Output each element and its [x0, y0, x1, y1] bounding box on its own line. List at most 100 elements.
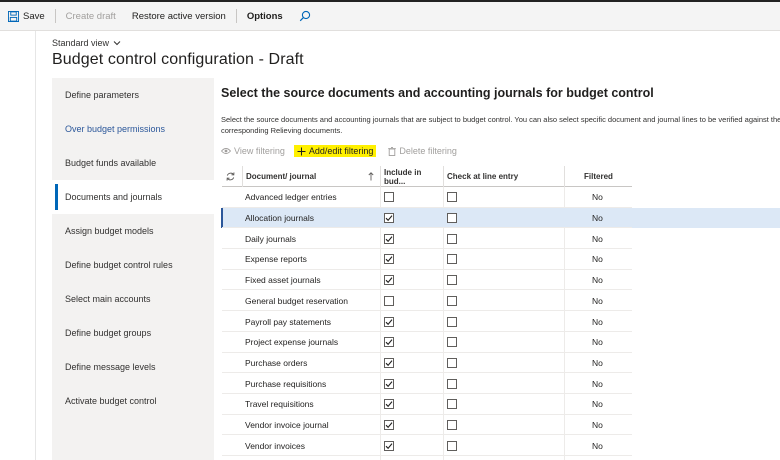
- checkmark-icon: [385, 339, 393, 346]
- table-row[interactable]: Fixed asset journals No: [222, 270, 780, 291]
- column-header-include[interactable]: Include in bud...: [380, 166, 443, 187]
- table-row[interactable]: Project expense journals No: [222, 332, 780, 353]
- check-at-line-entry-checkbox[interactable]: [447, 295, 457, 306]
- include-in-budget-checkbox[interactable]: [384, 337, 394, 348]
- table-row[interactable]: Vendor invoices No: [222, 435, 780, 457]
- include-in-budget-checkbox[interactable]: [384, 316, 394, 327]
- nav-item-assign-budget-models[interactable]: Assign budget models: [52, 214, 214, 248]
- delete-filtering-label: Delete filtering: [399, 146, 457, 156]
- include-in-budget-checkbox[interactable]: [384, 254, 394, 265]
- check-line-cell: [447, 332, 457, 353]
- view-filtering-button[interactable]: View filtering: [221, 146, 285, 156]
- filtered-cell: No: [592, 275, 603, 286]
- check-line-cell: [447, 311, 457, 332]
- table-row[interactable]: Purchase requisitions No: [222, 373, 780, 394]
- description-line: corresponding Relieving documents.: [221, 126, 343, 135]
- check-at-line-entry-checkbox[interactable]: [447, 357, 457, 368]
- include-cell: [384, 311, 394, 332]
- checkmark-icon: [385, 256, 393, 263]
- checkmark-icon: [385, 442, 393, 449]
- nav-item-activate-budget-control[interactable]: Activate budget control: [52, 384, 214, 418]
- include-in-budget-checkbox[interactable]: [384, 357, 394, 368]
- nav-item-label: Documents and journals: [65, 192, 163, 202]
- search-button[interactable]: [291, 2, 319, 30]
- check-at-line-entry-checkbox[interactable]: [447, 213, 457, 224]
- refresh-icon: [226, 172, 235, 181]
- nav-item-over-budget-permissions[interactable]: Over budget permissions: [52, 112, 214, 146]
- table-row[interactable]: Travel requisitions No: [222, 394, 780, 415]
- nav-item-label: Activate budget control: [65, 396, 157, 406]
- include-in-budget-checkbox[interactable]: [384, 399, 394, 410]
- column-header-document[interactable]: Document/ journal: [242, 166, 380, 187]
- table-row[interactable]: Allocation journals No: [221, 207, 780, 229]
- nav-item-label: Define budget control rules: [65, 260, 173, 270]
- check-at-line-entry-checkbox[interactable]: [447, 440, 457, 451]
- include-in-budget-checkbox[interactable]: [384, 440, 394, 451]
- document-journal-cell: Daily journals: [245, 233, 297, 244]
- include-in-budget-checkbox[interactable]: [384, 213, 394, 224]
- create-draft-button[interactable]: Create draft: [58, 2, 124, 30]
- nav-item-label: Budget funds available: [65, 158, 157, 168]
- check-at-line-entry-checkbox[interactable]: [447, 233, 457, 244]
- column-header-check-line[interactable]: Check at line entry: [443, 166, 564, 187]
- save-button[interactable]: Save: [0, 2, 53, 30]
- table-row[interactable]: Advanced ledger entries No: [222, 187, 780, 208]
- include-cell: [384, 228, 394, 249]
- search-icon: [299, 10, 310, 22]
- filtered-cell: No: [592, 295, 603, 306]
- table-row[interactable]: Purchase orders No: [222, 353, 780, 374]
- nav-item-label: Select main accounts: [65, 294, 151, 304]
- check-at-line-entry-checkbox[interactable]: [447, 399, 457, 410]
- nav-item-define-budget-control-rules[interactable]: Define budget control rules: [52, 248, 214, 282]
- include-in-budget-checkbox[interactable]: [384, 233, 394, 244]
- include-in-budget-checkbox[interactable]: [384, 295, 394, 306]
- check-at-line-entry-checkbox[interactable]: [447, 275, 457, 286]
- table-row[interactable]: Vendor invoice journal No: [222, 415, 780, 436]
- filtered-cell: No: [592, 233, 603, 244]
- column-header-filtered[interactable]: Filtered: [564, 166, 632, 187]
- select-all-toggle[interactable]: [222, 166, 242, 187]
- document-journal-cell: Allocation journals: [245, 213, 314, 224]
- table-row[interactable]: Payroll pay statements No: [222, 311, 780, 332]
- check-at-line-entry-checkbox[interactable]: [447, 337, 457, 348]
- document-journal-cell: Project expense journals: [245, 337, 339, 348]
- nav-item-documents-and-journals[interactable]: Documents and journals: [52, 180, 214, 214]
- add-edit-filtering-button[interactable]: Add/edit filtering: [293, 145, 377, 157]
- nav-item-select-main-accounts[interactable]: Select main accounts: [52, 282, 214, 316]
- table-row[interactable]: General budget reservation No: [222, 291, 780, 312]
- nav-item-define-parameters[interactable]: Define parameters: [52, 78, 214, 112]
- table-row[interactable]: Expense reports No: [222, 249, 780, 270]
- check-at-line-entry-checkbox[interactable]: [447, 316, 457, 327]
- grid-header: Document/ journal Include in bud... Chec…: [222, 166, 632, 187]
- nav-item-budget-funds-available[interactable]: Budget funds available: [52, 146, 214, 180]
- check-at-line-entry-checkbox[interactable]: [447, 254, 457, 265]
- include-in-budget-checkbox[interactable]: [384, 420, 394, 431]
- restore-active-version-button[interactable]: Restore active version: [124, 2, 234, 30]
- check-line-cell: [447, 228, 457, 249]
- nav-item-define-budget-groups[interactable]: Define budget groups: [52, 316, 214, 350]
- delete-filtering-button[interactable]: Delete filtering: [388, 146, 457, 156]
- include-cell: [384, 291, 394, 312]
- nav-item-label: Over budget permissions: [65, 124, 166, 134]
- trash-icon: [388, 146, 397, 156]
- checkmark-icon: [385, 235, 393, 242]
- include-in-budget-checkbox[interactable]: [384, 192, 394, 203]
- options-tab[interactable]: Options: [239, 2, 291, 30]
- include-in-budget-checkbox[interactable]: [384, 378, 394, 389]
- action-pane: Save Create draft Restore active version…: [0, 0, 780, 31]
- check-line-cell: [447, 270, 457, 291]
- page-title: Budget control configuration - Draft: [52, 51, 304, 68]
- include-in-budget-checkbox[interactable]: [384, 275, 394, 286]
- grid-action-bar: View filtering Add/edit filtering Delete…: [221, 143, 469, 159]
- nav-item-label: Define parameters: [65, 90, 140, 100]
- table-row[interactable]: Daily journals No: [222, 228, 780, 250]
- document-journal-cell: Advanced ledger entries: [245, 192, 337, 203]
- check-at-line-entry-checkbox[interactable]: [447, 420, 457, 431]
- document-journal-cell: Vendor invoices: [245, 440, 306, 451]
- nav-item-define-message-levels[interactable]: Define message levels: [52, 350, 214, 384]
- view-selector[interactable]: Standard view: [52, 38, 121, 48]
- include-cell: [384, 373, 394, 394]
- checkmark-icon: [385, 318, 393, 325]
- check-at-line-entry-checkbox[interactable]: [447, 378, 457, 389]
- check-at-line-entry-checkbox[interactable]: [447, 192, 457, 203]
